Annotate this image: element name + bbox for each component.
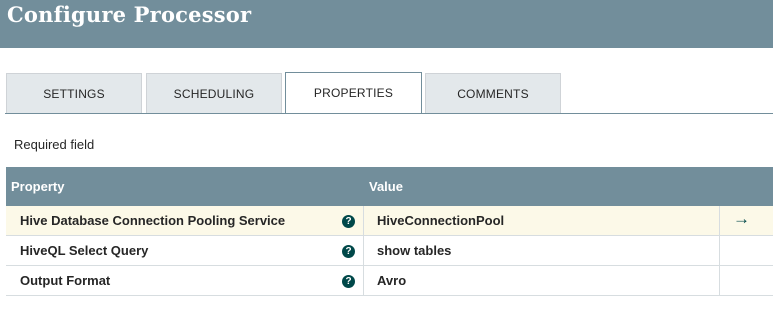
- tab-properties[interactable]: PROPERTIES: [285, 72, 422, 114]
- table-row[interactable]: HiveQL Select Query ? show tables: [6, 236, 773, 266]
- column-divider: [719, 206, 720, 235]
- table-row[interactable]: Output Format ? Avro: [6, 266, 773, 296]
- column-divider: [363, 206, 364, 235]
- properties-table: Property Value Hive Database Connection …: [6, 167, 773, 296]
- arrow-right-icon[interactable]: →: [733, 209, 750, 229]
- help-icon[interactable]: ?: [342, 245, 355, 258]
- column-divider: [719, 266, 720, 295]
- column-divider: [363, 266, 364, 295]
- tab-scheduling[interactable]: SCHEDULING: [146, 73, 282, 113]
- help-icon[interactable]: ?: [342, 215, 355, 228]
- table-header: Property Value: [6, 167, 773, 206]
- table-row[interactable]: Hive Database Connection Pooling Service…: [6, 206, 773, 236]
- property-name: Output Format: [20, 273, 111, 288]
- column-divider: [363, 236, 364, 265]
- tab-comments[interactable]: COMMENTS: [425, 73, 561, 113]
- column-header-value[interactable]: Value: [369, 179, 403, 194]
- property-name: Hive Database Connection Pooling Service: [20, 213, 286, 228]
- dialog-header: Configure Processor: [0, 0, 773, 48]
- tab-underline: [5, 113, 773, 114]
- property-name: HiveQL Select Query: [20, 243, 149, 258]
- property-value[interactable]: Avro: [377, 273, 406, 288]
- column-divider: [719, 236, 720, 265]
- help-icon[interactable]: ?: [342, 275, 355, 288]
- column-header-property[interactable]: Property: [11, 179, 64, 194]
- property-value[interactable]: HiveConnectionPool: [377, 213, 504, 228]
- tab-bar: SETTINGS SCHEDULING PROPERTIES COMMENTS: [0, 72, 773, 114]
- tab-settings[interactable]: SETTINGS: [6, 73, 142, 113]
- dialog-title: Configure Processor: [7, 2, 252, 27]
- property-value[interactable]: show tables: [377, 243, 451, 258]
- required-field-label: Required field: [14, 137, 95, 152]
